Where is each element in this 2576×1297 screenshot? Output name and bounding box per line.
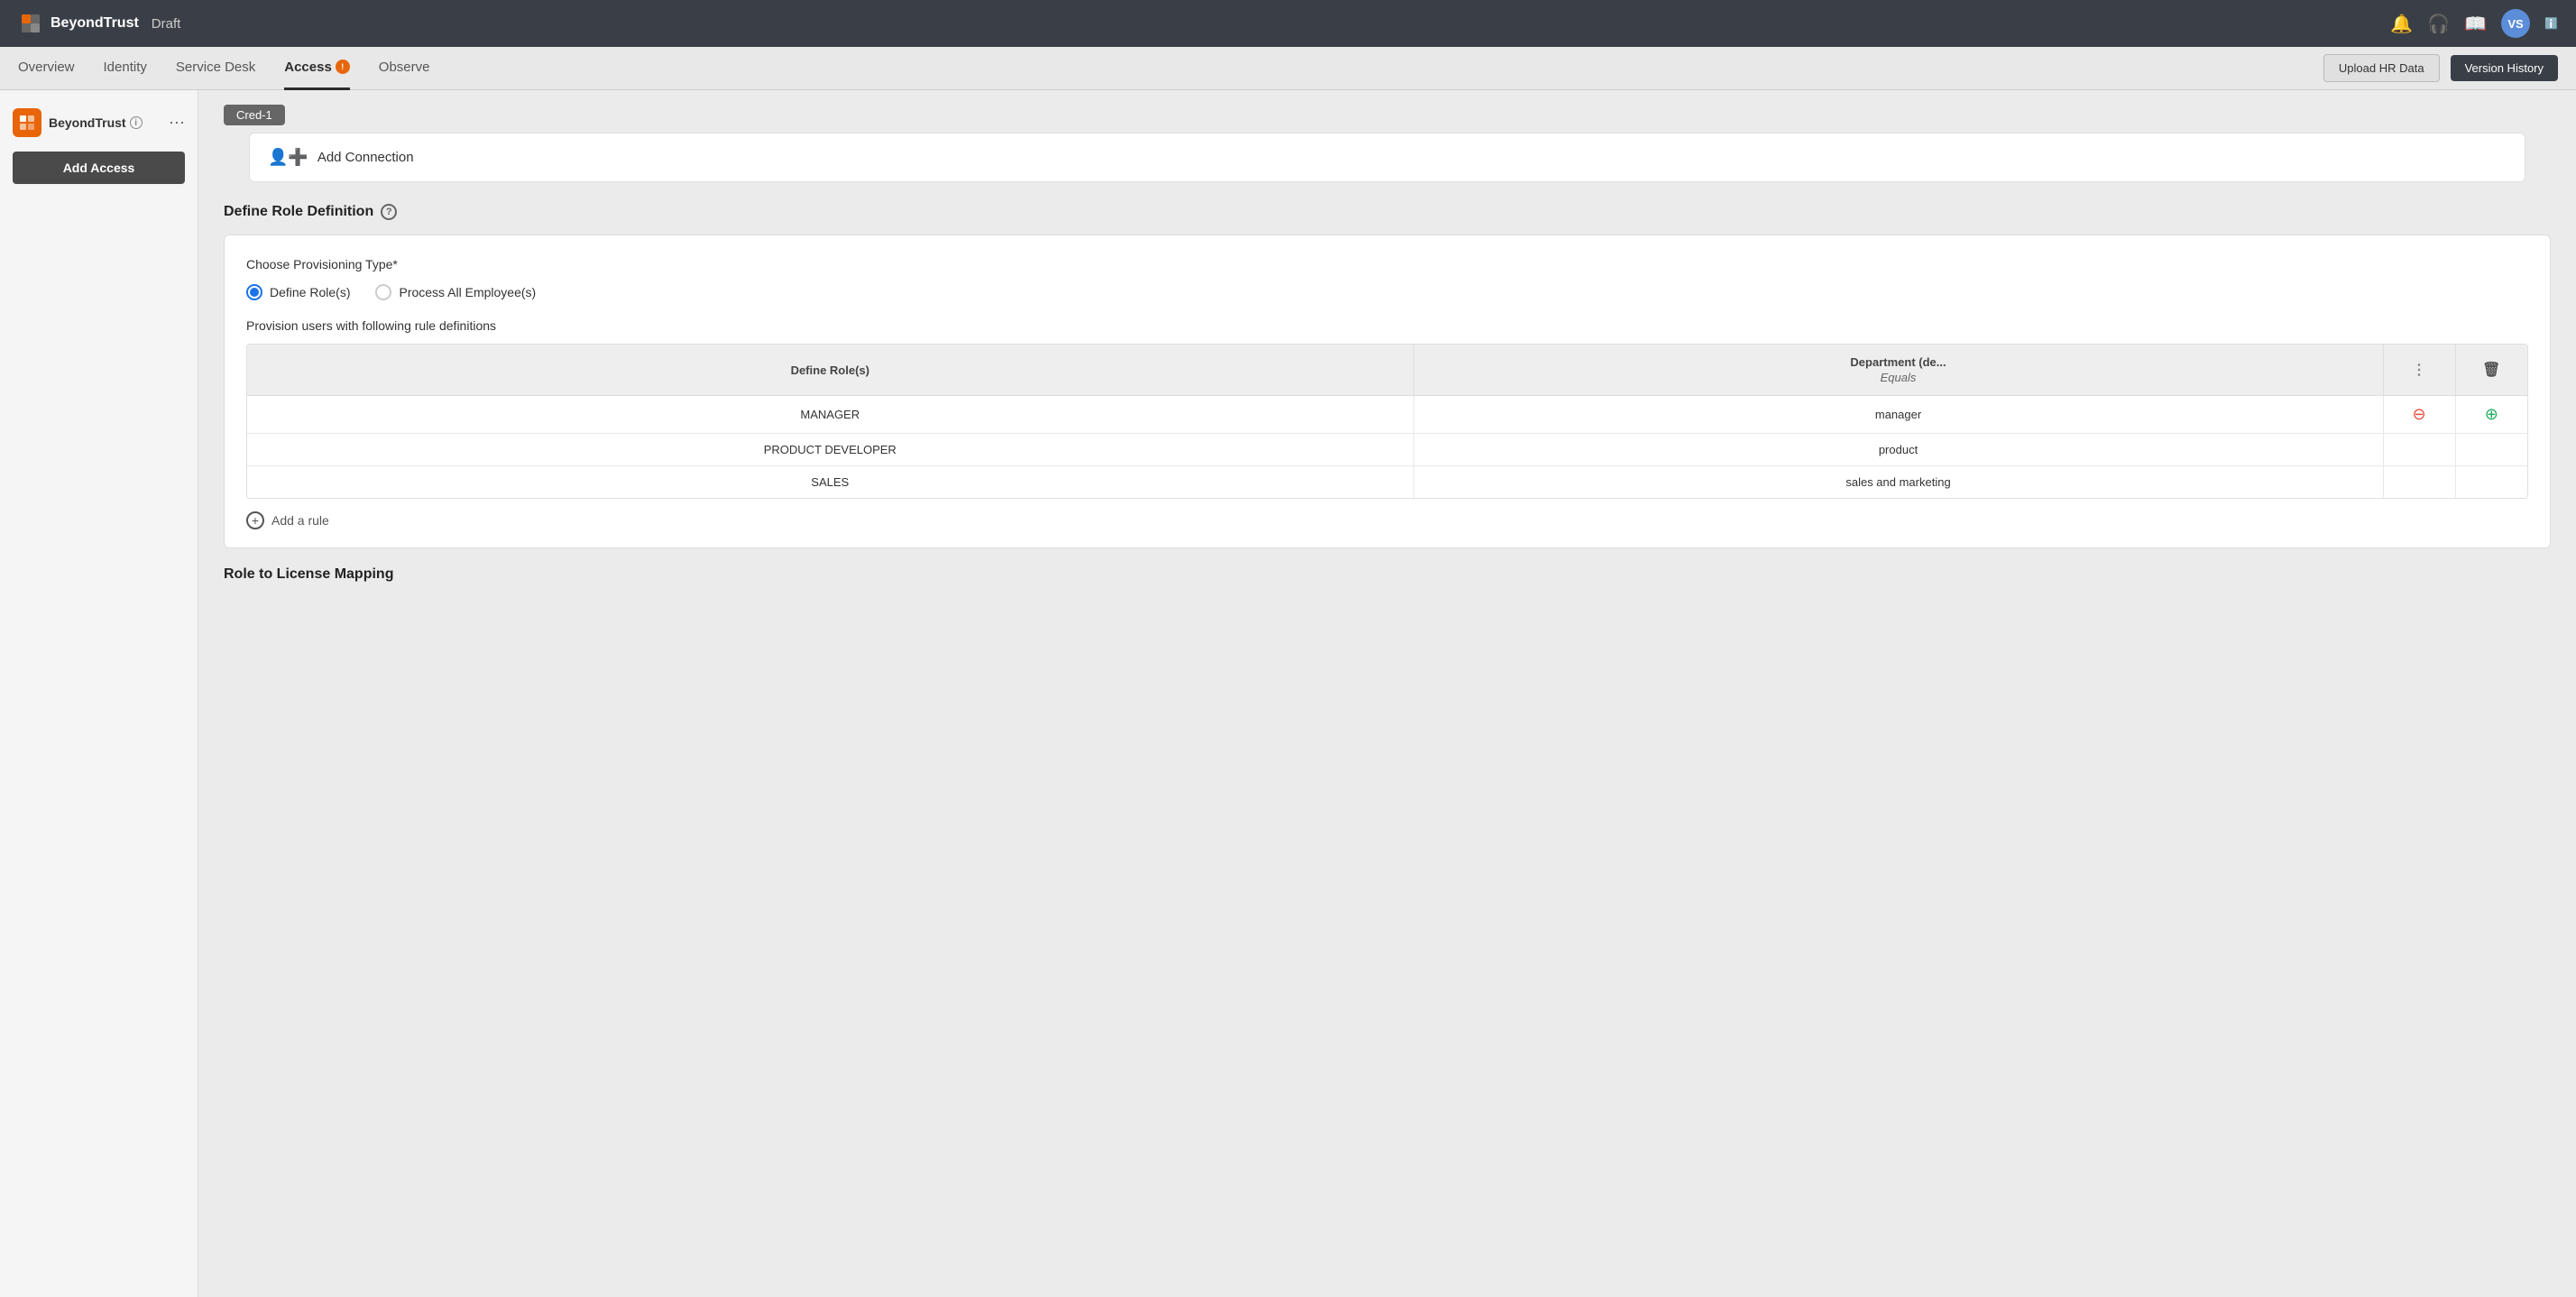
role-license-title: Role to License Mapping [224, 566, 2551, 583]
row-minus-cell-2 [2383, 434, 2455, 466]
add-rule-icon: + [246, 511, 264, 529]
nav-actions: Upload HR Data Version History [2323, 54, 2558, 82]
add-connection-icon: 👤➕ [268, 148, 308, 167]
cred-tag: Cred-1 [224, 105, 285, 125]
cred-top-row: Cred-1 [224, 105, 2551, 125]
help-icon[interactable]: ? [381, 204, 397, 220]
cred-section: Cred-1 [198, 90, 2576, 125]
radio-define-roles[interactable]: Define Role(s) [246, 284, 350, 300]
rule-table-wrapper: Define Role(s) Department (de... Equals [246, 344, 2528, 499]
row-minus-cell: ⊖ [2383, 396, 2455, 434]
minus-icon[interactable]: ⊖ [2412, 405, 2425, 423]
define-role-title: Define Role Definition ? [224, 204, 2551, 220]
upload-hr-button[interactable]: Upload HR Data [2323, 54, 2440, 82]
role-cell: SALES [247, 466, 1413, 499]
define-role-section: Define Role Definition ? Choose Provisio… [224, 204, 2551, 548]
col-department-header: Department (de... Equals [1413, 345, 2383, 396]
tab-overview[interactable]: Overview [18, 47, 75, 90]
col-delete-icon[interactable]: 🗑 [2482, 363, 2500, 378]
provision-users-label: Provision users with following rule defi… [246, 318, 2528, 333]
sidebar-brand-name: BeyondTrust i [49, 115, 143, 130]
sidebar-brand: BeyondTrust i ⋯ [0, 101, 198, 152]
notification-icon[interactable]: 🔔 [2390, 13, 2413, 35]
add-connection-label: Add Connection [317, 150, 414, 165]
headset-icon[interactable]: 🎧 [2427, 13, 2450, 35]
radio-group: Define Role(s) Process All Employee(s) [246, 284, 2528, 300]
add-rule-row[interactable]: + Add a rule [246, 511, 2528, 529]
add-connection-row[interactable]: 👤➕ Add Connection [249, 133, 2525, 182]
col-define-roles-header: Define Role(s) [247, 345, 1413, 396]
row-minus-cell-3 [2383, 466, 2455, 499]
row-plus-cell-3 [2455, 466, 2527, 499]
tab-identity[interactable]: Identity [104, 47, 147, 90]
radio-define-roles-circle [246, 284, 262, 300]
radio-process-all-circle [375, 284, 391, 300]
book-icon[interactable]: 📖 [2464, 13, 2487, 35]
sidebar-more-icon[interactable]: ⋯ [169, 114, 185, 133]
dept-cell: product [1413, 434, 2383, 466]
add-connection-wrapper: 👤➕ Add Connection [224, 133, 2551, 182]
content-area: Cred-1 👤➕ Add Connection Define Role Def… [198, 90, 2576, 1297]
row-plus-cell-2 [2455, 434, 2527, 466]
info-dot-icon: ℹ️ [2544, 17, 2558, 30]
table-row: SALES sales and marketing [247, 466, 2527, 499]
row-plus-cell: ⊕ [2455, 396, 2527, 434]
add-access-button[interactable]: Add Access [13, 152, 185, 184]
sidebar: BeyondTrust i ⋯ Add Access [0, 90, 198, 1297]
radio-process-all[interactable]: Process All Employee(s) [375, 284, 536, 300]
tab-service-desk[interactable]: Service Desk [176, 47, 255, 90]
provisioning-label: Choose Provisioning Type* [246, 257, 2528, 271]
avatar[interactable]: VS [2501, 9, 2530, 38]
plus-icon[interactable]: ⊕ [2485, 405, 2498, 423]
app-logo: BeyondTrust [18, 11, 139, 36]
table-row: MANAGER manager ⊖ ⊕ [247, 396, 2527, 434]
main-layout: BeyondTrust i ⋯ Add Access Cred-1 👤➕ Add… [0, 90, 2576, 1297]
version-history-button[interactable]: Version History [2451, 55, 2558, 81]
table-row: PRODUCT DEVELOPER product [247, 434, 2527, 466]
draft-label: Draft [152, 16, 181, 32]
top-bar-left: BeyondTrust Draft [18, 11, 180, 36]
secondary-nav: Overview Identity Service Desk Access ! … [0, 47, 2576, 90]
tab-access[interactable]: Access ! [284, 47, 350, 90]
access-badge: ! [336, 60, 350, 74]
role-cell: PRODUCT DEVELOPER [247, 434, 1413, 466]
role-license-section: Role to License Mapping [224, 566, 2551, 583]
col-more-icon[interactable]: ⋮ [2412, 363, 2426, 378]
add-rule-label: Add a rule [271, 513, 329, 528]
brand-info-icon: i [130, 116, 143, 129]
tab-observe[interactable]: Observe [379, 47, 430, 90]
nav-tabs: Overview Identity Service Desk Access ! … [18, 47, 430, 90]
dept-cell: manager [1413, 396, 2383, 434]
top-bar: BeyondTrust Draft 🔔 🎧 📖 VS ℹ️ [0, 0, 2576, 47]
sidebar-brand-left: BeyondTrust i [13, 108, 143, 137]
col-actions-header: ⋮ [2383, 345, 2455, 396]
dept-cell: sales and marketing [1413, 466, 2383, 499]
logo-text: BeyondTrust [51, 15, 139, 32]
col-delete-header: 🗑 [2455, 345, 2527, 396]
rule-table: Define Role(s) Department (de... Equals [247, 345, 2527, 498]
role-cell: MANAGER [247, 396, 1413, 434]
top-bar-right: 🔔 🎧 📖 VS ℹ️ [2390, 9, 2558, 38]
brand-icon [13, 108, 41, 137]
white-card: Choose Provisioning Type* Define Role(s)… [224, 235, 2551, 548]
